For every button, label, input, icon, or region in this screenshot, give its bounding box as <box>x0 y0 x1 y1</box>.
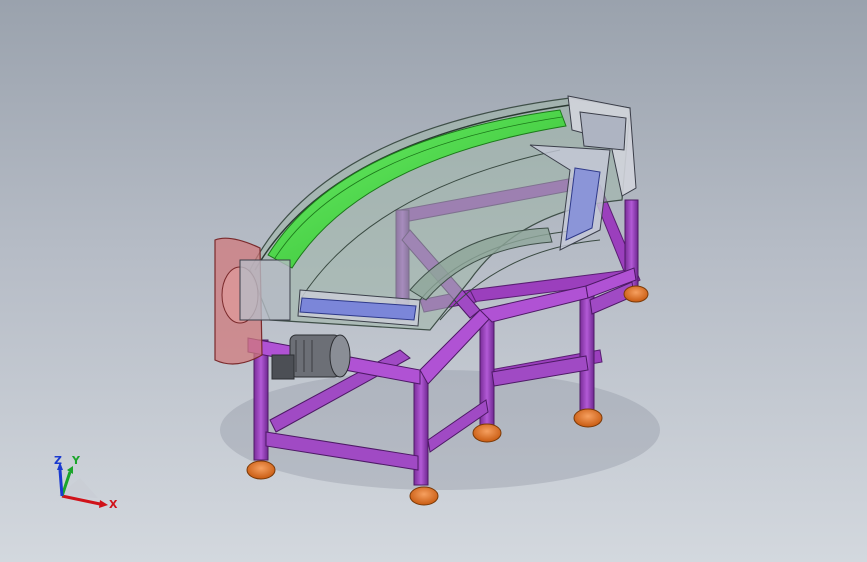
conveyor-3d-model[interactable] <box>0 0 867 562</box>
y-axis-label: Y <box>71 454 81 467</box>
view-orientation-triad[interactable]: X Y Z <box>40 448 120 518</box>
foot-3 <box>472 423 502 443</box>
graphics-viewport[interactable]: X Y Z <box>0 0 867 562</box>
drive-motor <box>271 334 351 380</box>
foot-4 <box>573 408 603 428</box>
z-axis-label: Z <box>54 454 62 467</box>
foot-1 <box>246 460 276 480</box>
foot-2 <box>409 486 439 506</box>
foot-5 <box>623 285 649 303</box>
x-axis-label: X <box>109 498 118 511</box>
z-axis-arrow <box>58 469 64 497</box>
